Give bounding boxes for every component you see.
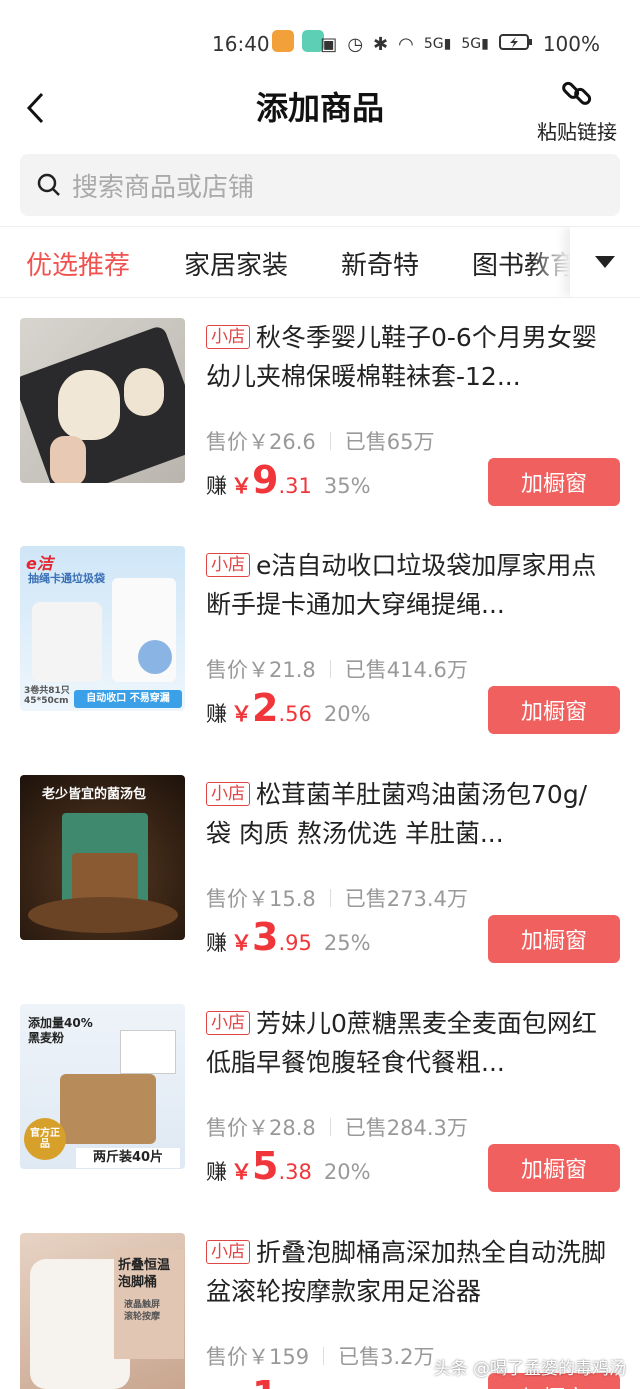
link-icon (562, 81, 592, 105)
product-image: 添加量40% 黑麦粉 官方正品 两斤装40片 (20, 1004, 185, 1169)
alarm-icon: ◷ (347, 33, 364, 55)
product-image: 折叠恒温 泡脚桶 液晶触屏 滚轮按摩 (20, 1233, 185, 1389)
status-indicators: ▣ ◷ ✱ ◠ 5G▮ 5G▮ 100% (320, 32, 600, 56)
commission-rate: 20% (323, 702, 371, 726)
wifi-icon: ◠ (398, 33, 414, 55)
commission-rate: 20% (323, 1160, 371, 1184)
status-app-icons (272, 30, 324, 52)
commission-rate: 25% (323, 931, 371, 955)
price-line: 售价￥21.8 已售414.6万 (206, 654, 468, 684)
price-line: 售价￥159 已售3.2万 (206, 1341, 435, 1371)
price: 售价￥159 (206, 1345, 310, 1369)
commission-rate: 35% (323, 474, 371, 498)
paste-link-button[interactable]: 粘贴链接 (532, 76, 622, 145)
app-notification-icon (272, 30, 294, 52)
product-item[interactable]: 小店 秋冬季婴儿鞋子0-6个月男女婴幼儿夹棉保暖棉鞋袜套-12... 售价￥26.… (0, 318, 640, 546)
product-image: e洁 抽绳卡通垃圾袋 3卷共81只 45*50cm 自动收口 不易穿漏 (20, 546, 185, 711)
product-title: 小店 秋冬季婴儿鞋子0-6个月男女婴幼儿夹棉保暖棉鞋袜套-12... (206, 323, 597, 391)
nfc-icon: ▣ (320, 33, 338, 55)
sold-count: 已售284.3万 (344, 1116, 468, 1140)
sold-count: 已售65万 (344, 430, 435, 454)
price-line: 售价￥26.6 已售65万 (206, 426, 435, 456)
price: 售价￥15.8 (206, 887, 316, 911)
shop-tag: 小店 (206, 1011, 250, 1035)
tabs-more-button[interactable] (570, 227, 640, 297)
paste-link-label: 粘贴链接 (537, 120, 617, 144)
battery-icon (498, 33, 533, 56)
search-icon (37, 173, 60, 196)
search-placeholder: 搜索商品或店铺 (72, 172, 255, 203)
status-bar: 16:40 ▣ ◷ ✱ ◠ 5G▮ 5G▮ 100% (0, 0, 640, 86)
add-to-showcase-button[interactable]: 加橱窗 (488, 686, 620, 734)
signal-icon-2: 5G▮ (461, 36, 489, 52)
commission: 赚 ￥ 5.38 20% (206, 1144, 371, 1188)
shop-tag: 小店 (206, 553, 250, 577)
product-title: 小店 松茸菌羊肚菌鸡油菌汤包70g/袋 肉质 熬汤优选 羊肚菌... (206, 780, 588, 848)
bluetooth-icon: ✱ (373, 33, 389, 55)
tab-novelty[interactable]: 新奇特 (341, 245, 419, 282)
product-title: 小店 e洁自动收口垃圾袋加厚家用点断手提卡通加大穿绳提绳... (206, 551, 597, 619)
product-item[interactable]: 老少皆宜的菌汤包 小店 松茸菌羊肚菌鸡油菌汤包70g/袋 肉质 熬汤优选 羊肚菌.… (0, 775, 640, 1003)
shop-tag: 小店 (206, 782, 250, 806)
product-title: 小店 折叠泡脚桶高深加热全自动洗脚盆滚轮按摩款家用足浴器 (206, 1238, 606, 1306)
product-item[interactable]: 添加量40% 黑麦粉 官方正品 两斤装40片 小店 芳妹儿0蔗糖黑麦全麦面包网红低脂… (0, 1004, 640, 1232)
commission: 赚 ￥ 3.95 25% (206, 915, 371, 959)
sold-count: 已售3.2万 (338, 1345, 435, 1369)
signal-icon: 5G▮ (423, 36, 452, 52)
shop-tag: 小店 (206, 325, 250, 349)
product-image (20, 318, 185, 483)
commission: 赚 ￥ 2.56 20% (206, 686, 371, 730)
add-to-showcase-button[interactable]: 加橱窗 (488, 915, 620, 963)
triangle-down-icon (595, 256, 615, 268)
price: 售价￥26.6 (206, 430, 316, 454)
add-to-showcase-button[interactable]: 加橱窗 (488, 458, 620, 506)
add-to-showcase-button[interactable]: 加橱窗 (488, 1144, 620, 1192)
price: 售价￥21.8 (206, 658, 316, 682)
commission: 赚 ￥ 9.31 35% (206, 458, 371, 502)
sold-count: 已售273.4万 (344, 887, 468, 911)
product-title: 小店 芳妹儿0蔗糖黑麦全麦面包网红低脂早餐饱腹轻食代餐粗... (206, 1009, 597, 1077)
price-line: 售价￥15.8 已售273.4万 (206, 883, 468, 913)
category-tabs: 优选推荐 家居家装 新奇特 图书教育 (0, 226, 640, 298)
price: 售价￥28.8 (206, 1116, 316, 1140)
commission: 赚￥1 (206, 1373, 278, 1389)
tab-home[interactable]: 家居家装 (184, 245, 288, 282)
shop-tag: 小店 (206, 1240, 250, 1264)
product-image: 老少皆宜的菌汤包 (20, 775, 185, 940)
search-input[interactable]: 搜索商品或店铺 (20, 154, 620, 216)
battery-percent: 100% (542, 32, 600, 56)
status-time: 16:40 (212, 32, 270, 56)
price-line: 售价￥28.8 已售284.3万 (206, 1112, 468, 1142)
watermark: 头条 @喝了孟婆的毒鸡汤 (433, 1359, 626, 1379)
sold-count: 已售414.6万 (344, 658, 468, 682)
tab-recommended[interactable]: 优选推荐 (26, 245, 130, 282)
product-item[interactable]: e洁 抽绳卡通垃圾袋 3卷共81只 45*50cm 自动收口 不易穿漏 小店 e洁自… (0, 546, 640, 774)
